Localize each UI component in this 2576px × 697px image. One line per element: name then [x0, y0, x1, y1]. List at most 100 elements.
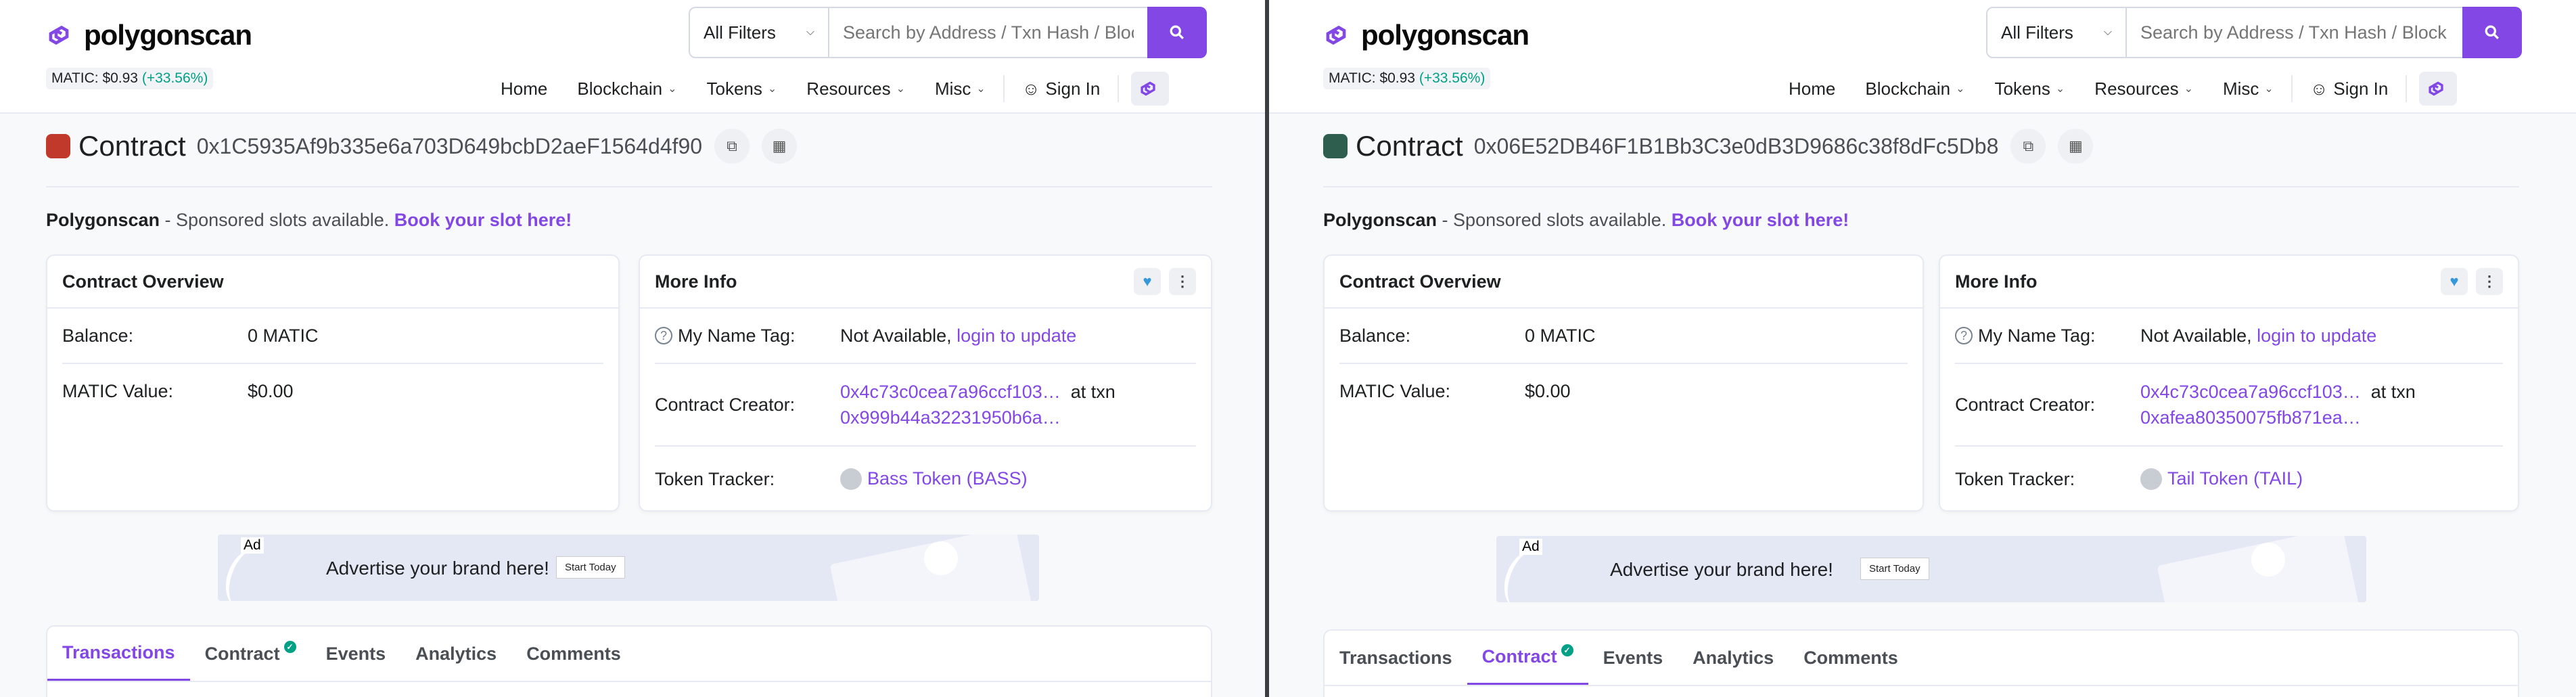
- ad-label: Ad: [241, 537, 264, 554]
- nav-misc[interactable]: Misc ⌄: [2208, 74, 2288, 104]
- login-to-update-link[interactable]: login to update: [957, 325, 1076, 346]
- nav-blockchain[interactable]: Blockchain ⌄: [1850, 74, 1979, 104]
- sponsored-notice: Polygonscan - Sponsored slots available.…: [1323, 210, 1849, 231]
- nav-home[interactable]: Home: [1774, 74, 1850, 104]
- tab-comments[interactable]: Comments: [1789, 631, 1913, 685]
- filter-select[interactable]: All Filters ⌵: [1987, 8, 2127, 57]
- name-tag-row: ? My Name Tag: Not Available, login to upd…: [1940, 309, 2518, 363]
- polygon-logo-icon: [1326, 25, 1346, 45]
- contract-address: 0x06E52DB46F1B1Bb3C3e0dB3D9686c38f8dFc5D…: [1473, 133, 1999, 158]
- qr-code-button[interactable]: ▦: [762, 129, 798, 164]
- nav-tokens[interactable]: Tokens ⌄: [1980, 74, 2080, 104]
- user-circle-icon: ☺: [1021, 78, 1040, 99]
- nav-blockchain[interactable]: Blockchain ⌄: [562, 74, 691, 104]
- tab-analytics[interactable]: Analytics: [400, 627, 511, 681]
- name-tag-label-text: My Name Tag:: [678, 325, 796, 346]
- balance-row: Balance: 0 MATIC: [1325, 309, 1923, 363]
- matic-value-label: MATIC Value:: [1339, 380, 1451, 401]
- copy-icon: ⧉: [2023, 137, 2034, 154]
- more-options-button[interactable]: ⋮: [2476, 268, 2503, 295]
- creator-txn-link[interactable]: 0x999b44a32231950b6a…: [840, 407, 1061, 428]
- help-icon[interactable]: ?: [1955, 327, 1973, 344]
- copy-button[interactable]: ⧉: [714, 129, 750, 164]
- sign-in-link[interactable]: ☺ Sign In: [1007, 74, 1116, 104]
- nav-misc[interactable]: Misc ⌄: [920, 74, 1001, 104]
- main-nav: Home Blockchain ⌄ Tokens ⌄ Resources ⌄ Misc…: [1774, 72, 2458, 106]
- search-button[interactable]: [1147, 7, 1207, 58]
- tab-label: Comments: [526, 643, 621, 664]
- card-title: More Info: [655, 271, 737, 292]
- network-switch-button[interactable]: [2419, 72, 2458, 106]
- nav-home[interactable]: Home: [486, 74, 562, 104]
- search-input[interactable]: [829, 8, 1147, 57]
- more-vertical-icon: ⋮: [2482, 273, 2497, 290]
- search-button[interactable]: [2462, 7, 2522, 58]
- polygonscan-logo[interactable]: polygonscan: [1323, 19, 1530, 51]
- more-options-button[interactable]: ⋮: [1169, 268, 1196, 295]
- search-bar: All Filters ⌵: [689, 7, 1207, 58]
- tab-bar: Transactions Contract ✓ Events Analytics …: [1323, 629, 2519, 697]
- tab-label: Comments: [1803, 647, 1898, 668]
- nav-divider: [2291, 75, 2293, 102]
- name-tag-label: ? My Name Tag:: [655, 325, 840, 346]
- price-change: (+33.56%): [141, 70, 208, 86]
- name-tag-label: ? My Name Tag:: [1955, 325, 2140, 346]
- copy-button[interactable]: ⧉: [2010, 129, 2046, 164]
- book-slot-link[interactable]: Book your slot here!: [1672, 210, 1849, 230]
- creator-address-link[interactable]: 0x4c73c0cea7a96ccf103…: [2140, 382, 2361, 402]
- favorite-button[interactable]: ♥: [1134, 268, 1161, 295]
- matic-value: $0.00: [1525, 380, 1571, 401]
- tab-label: Events: [325, 643, 386, 664]
- matic-value-label: MATIC Value:: [62, 380, 174, 401]
- search-input[interactable]: [2127, 8, 2462, 57]
- ad-start-button[interactable]: Start Today: [1860, 558, 1929, 580]
- ad-banner[interactable]: Ad Advertise your brand here! Start Toda…: [1496, 536, 2366, 602]
- token-tracker-row: Token Tracker: Tail Token (TAIL): [1940, 447, 2518, 512]
- tab-events[interactable]: Events: [1588, 631, 1678, 685]
- card-header: More Info ♥ ⋮: [1940, 256, 2518, 309]
- price-change: (+33.56%): [1419, 70, 1486, 86]
- login-to-update-link[interactable]: login to update: [2257, 325, 2376, 346]
- more-info-card: More Info ♥ ⋮ ? My Name Tag: Not Available,…: [639, 254, 1212, 512]
- balance-value: 0 MATIC: [1525, 325, 1596, 346]
- tab-transactions[interactable]: Transactions: [1325, 631, 1467, 685]
- token-tracker-link[interactable]: Tail Token (TAIL): [2167, 468, 2303, 489]
- tab-comments[interactable]: Comments: [511, 627, 636, 681]
- favorite-button[interactable]: ♥: [2441, 268, 2468, 295]
- tab-underline: [47, 681, 1211, 682]
- nav-resources[interactable]: Resources ⌄: [791, 74, 920, 104]
- creator-address-link[interactable]: 0x4c73c0cea7a96ccf103…: [840, 382, 1061, 402]
- contract-label: Contract: [78, 130, 186, 162]
- nav-divider: [2406, 75, 2408, 102]
- tab-analytics[interactable]: Analytics: [1678, 631, 1789, 685]
- tab-contract[interactable]: Contract ✓: [1467, 631, 1588, 685]
- book-slot-link[interactable]: Book your slot here!: [394, 210, 572, 230]
- heart-icon: ♥: [1143, 273, 1152, 290]
- nav-tokens[interactable]: Tokens ⌄: [692, 74, 792, 104]
- filter-select[interactable]: All Filters ⌵: [690, 8, 829, 57]
- card-title: Contract Overview: [62, 271, 224, 292]
- ad-text: Advertise your brand here!: [326, 558, 549, 579]
- help-icon[interactable]: ?: [655, 327, 672, 344]
- card-title: More Info: [1955, 271, 2038, 292]
- ad-start-button[interactable]: Start Today: [556, 556, 625, 579]
- polygonscan-logo[interactable]: polygonscan: [46, 19, 252, 51]
- creator-txn-link[interactable]: 0xafea80350075fb871ea…: [2140, 407, 2361, 428]
- nav-resources[interactable]: Resources ⌄: [2079, 74, 2208, 104]
- site-header: polygonscan MATIC: $0.93 (+33.56%) All F…: [0, 0, 1265, 114]
- token-tracker-link[interactable]: Bass Token (BASS): [867, 468, 1028, 489]
- qr-code-button[interactable]: ▦: [2058, 129, 2094, 164]
- brand-name: polygonscan: [1361, 19, 1530, 51]
- filter-label: All Filters: [2001, 22, 2073, 43]
- tab-contract[interactable]: Contract ✓: [190, 627, 311, 681]
- tab-events[interactable]: Events: [311, 627, 401, 681]
- contract-overview-card: Contract Overview Balance: 0 MATIC MATIC …: [1323, 254, 1924, 512]
- network-switch-button[interactable]: [1131, 72, 1170, 106]
- nav-label: Resources: [2094, 78, 2179, 99]
- sign-in-link[interactable]: ☺ Sign In: [2295, 74, 2404, 104]
- more-vertical-icon: ⋮: [1175, 273, 1190, 290]
- tab-transactions[interactable]: Transactions: [47, 627, 190, 681]
- ad-banner[interactable]: Ad Advertise your brand here! Start Toda…: [218, 535, 1039, 601]
- contract-avatar: [46, 134, 70, 158]
- sponsor-text: - Sponsored slots available.: [1437, 210, 1672, 230]
